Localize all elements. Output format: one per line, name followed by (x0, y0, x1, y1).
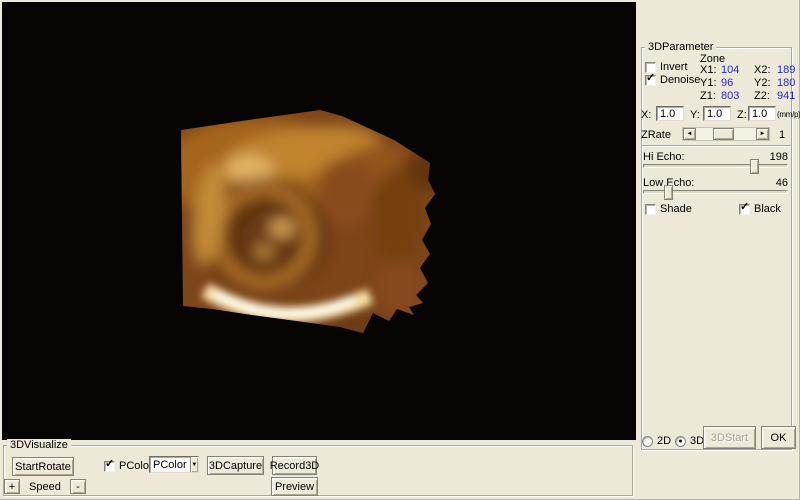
zrate-label: ZRate (641, 129, 671, 141)
checkmark-icon: ✓ (105, 459, 114, 470)
scale-z-input[interactable] (748, 106, 776, 121)
low-echo-slider-thumb[interactable] (664, 185, 673, 200)
speed-minus-button[interactable]: - (70, 479, 86, 494)
denoise-checkbox-row: ✓ Denoise (645, 74, 700, 86)
scale-x-field-wrap (656, 106, 684, 121)
zone-z2-value: 941 (777, 90, 795, 102)
app-window: { "window": { "background": "#ece9d8" },… (0, 0, 800, 500)
zone-y2-value: 180 (777, 77, 795, 89)
checkmark-icon: ✓ (740, 202, 749, 213)
zone-z2-label: Z2: (754, 90, 777, 102)
black-checkbox-row: ✓ Black (739, 203, 781, 215)
denoise-checkbox[interactable]: ✓ (645, 75, 656, 86)
denoise-label: Denoise (660, 74, 700, 86)
mode-3d-radio-row: ● 3D (675, 435, 704, 447)
zone-z1-label: Z1: (700, 90, 721, 102)
speed-label: Speed (29, 481, 61, 493)
black-label: Black (754, 203, 781, 215)
record3d-button[interactable]: Record3D (272, 456, 317, 475)
scale-unit-label: (mm/p) (777, 110, 800, 119)
zrate-value: 1 (779, 129, 785, 141)
scale-z-label: Z: (737, 109, 747, 121)
shade-checkbox[interactable] (645, 204, 656, 215)
chevron-down-icon[interactable]: ▼ (190, 457, 198, 472)
zrate-scrollbar[interactable]: ◄ ► (682, 127, 770, 141)
zone-y2-label: Y2: (754, 77, 777, 89)
mode-3d-radio[interactable]: ● (675, 436, 686, 447)
start-rotate-button[interactable]: StartRotate (12, 457, 74, 476)
pcolor-checkbox-row: ✓ PColor (104, 460, 153, 472)
invert-label: Invert (660, 61, 688, 73)
pcolor-checkbox[interactable]: ✓ (104, 461, 115, 472)
zone-row-z: Z1: 803 Z2: 941 (700, 90, 796, 102)
scale-z-field-wrap (748, 106, 776, 121)
low-echo-value: 46 (750, 177, 788, 189)
scale-y-input[interactable] (703, 106, 731, 121)
hi-echo-slider-thumb[interactable] (750, 159, 759, 174)
scale-x-label: X: (641, 109, 651, 121)
zone-y1-value: 96 (721, 77, 754, 89)
scale-x-input[interactable] (656, 106, 684, 121)
zone-x2-label: X2: (754, 64, 777, 76)
scroll-right-arrow-icon[interactable]: ► (756, 128, 769, 140)
black-checkbox[interactable]: ✓ (739, 204, 750, 215)
scroll-left-arrow-icon[interactable]: ◄ (683, 128, 696, 140)
mode-2d-radio-row: 2D (642, 435, 671, 447)
preview-button[interactable]: Preview (271, 477, 318, 496)
ok-button[interactable]: OK (761, 426, 796, 449)
parameter-group-title: 3DParameter (645, 41, 716, 53)
pcolor-select[interactable]: PColor ▼ (149, 456, 199, 473)
visualize-group-title: 3DVisualize (7, 439, 71, 451)
mode-3d-label: 3D (690, 435, 704, 447)
pcolor-label: PColor (119, 460, 153, 472)
mode-2d-radio[interactable] (642, 436, 653, 447)
zone-x1-value: 104 (721, 64, 754, 76)
hi-echo-slider-track[interactable] (643, 164, 788, 168)
zone-z1-value: 803 (721, 90, 754, 102)
zrate-scrollbar-thumb[interactable] (713, 128, 734, 140)
scale-y-field-wrap (703, 106, 731, 121)
radio-dot-icon: ● (678, 438, 682, 445)
zone-y1-label: Y1: (700, 77, 721, 89)
separator (642, 145, 791, 147)
zrate-scrollbar-track[interactable] (696, 128, 756, 140)
3dcapture-button[interactable]: 3DCapture (207, 456, 264, 475)
zone-x2-value: 189 (777, 64, 795, 76)
scale-y-label: Y: (690, 109, 700, 121)
zone-x1-label: X1: (700, 64, 721, 76)
mode-2d-label: 2D (657, 435, 671, 447)
3dstart-button[interactable]: 3DStart (703, 426, 756, 449)
hi-echo-label: Hi Echo: (643, 151, 685, 163)
speed-plus-button[interactable]: + (4, 479, 20, 494)
render-viewport[interactable] (2, 2, 636, 440)
invert-checkbox[interactable] (645, 62, 656, 73)
zone-row-y: Y1: 96 Y2: 180 (700, 77, 796, 89)
pcolor-select-value: PColor (150, 459, 190, 471)
zone-row-x: X1: 104 X2: 189 (700, 64, 796, 76)
low-echo-slider-track[interactable] (643, 190, 788, 194)
shade-label: Shade (660, 203, 692, 215)
shade-checkbox-row: Shade (645, 203, 692, 215)
checkmark-icon: ✓ (646, 73, 655, 84)
ultrasound-render (2, 2, 636, 440)
